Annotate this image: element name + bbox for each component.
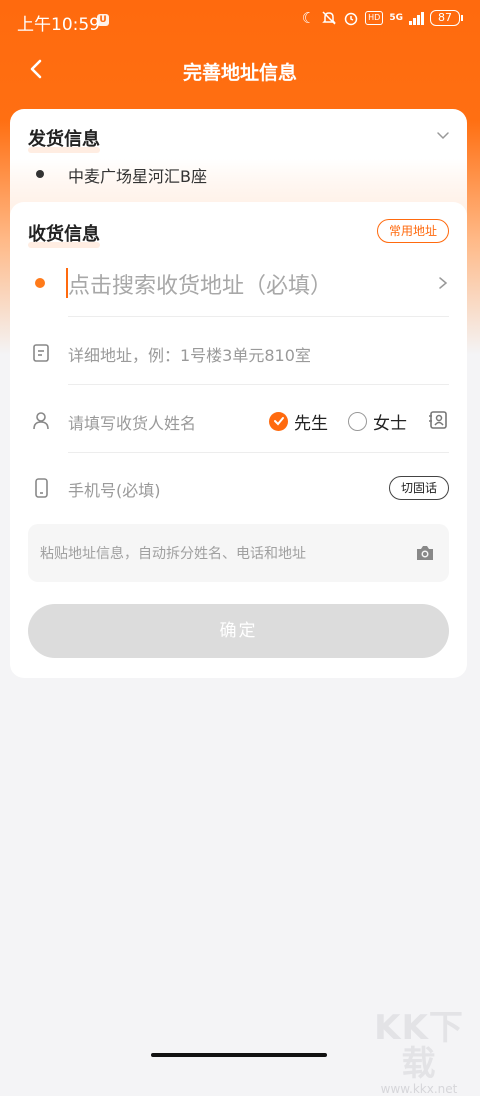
divider [68,452,449,453]
gender-label-mr: 先生 [294,413,328,434]
watermark-logo: KK下载 [374,1008,464,1084]
paste-address-box[interactable]: 粘贴地址信息，自动拆分姓名、电话和地址 [28,524,449,582]
gender-option-mr[interactable]: 先生 [269,410,328,434]
status-bar: 上午10:59 U ☾ HD 5G 87 [0,0,480,40]
home-indicator[interactable] [151,1053,327,1057]
status-icons: ☾ HD 5G 87 [301,9,463,27]
chevron-right-icon[interactable] [437,275,449,291]
common-address-button[interactable]: 常用地址 [377,219,449,243]
divider [68,316,449,317]
notification-badge-icon: U [97,14,109,26]
switch-landline-button[interactable]: 切固话 [389,476,449,500]
receiver-name-field[interactable]: 请填写收货人姓名 [68,410,196,434]
phone-icon [35,478,48,498]
receiver-section-title: 收货信息 [28,224,100,245]
paste-address-placeholder: 粘贴地址信息，自动拆分姓名、电话和地址 [40,546,306,562]
battery-icon: 87 [430,10,463,26]
phone-field[interactable]: 手机号(必填) [68,477,161,501]
radio-unchecked-icon [348,411,367,431]
sender-section-title: 发货信息 [28,129,100,150]
nav-bar: 完善地址信息 [0,48,480,92]
camera-icon[interactable] [415,544,435,562]
gender-option-ms[interactable]: 女士 [348,410,407,434]
watermark-url: www.kkx.net [380,1082,458,1096]
battery-level: 87 [438,11,452,24]
contacts-book-icon[interactable] [427,409,449,431]
confirm-button[interactable]: 确定 [28,604,449,658]
divider [68,384,449,385]
moon-icon: ☾ [301,9,316,27]
detail-address-field[interactable]: 详细地址，例：1号楼3单元810室 [68,342,311,366]
person-icon [33,412,49,430]
page-title: 完善地址信息 [182,62,297,84]
search-address-field[interactable]: 点击搜索收货地址（必填） [68,268,332,300]
hd-icon: HD [365,11,384,25]
receiver-dot-icon [35,278,45,288]
watermark: KK下载 www.kkx.net [364,1010,474,1096]
gender-label-ms: 女士 [373,413,407,434]
radio-checked-icon [269,411,288,431]
network-label: 5G [389,13,403,23]
mute-icon [322,11,336,25]
signal-icon [409,11,424,25]
receiver-card: 收货信息 常用地址 点击搜索收货地址（必填） 详细地址，例：1号楼3单元810室… [10,202,467,678]
alarm-icon [344,12,358,26]
chevron-down-icon[interactable] [435,127,451,143]
sender-address: 中麦广场星河汇B座 [68,167,207,186]
document-icon [33,344,49,362]
status-time: 上午10:59 [17,15,100,35]
sender-dot-icon [36,170,44,178]
